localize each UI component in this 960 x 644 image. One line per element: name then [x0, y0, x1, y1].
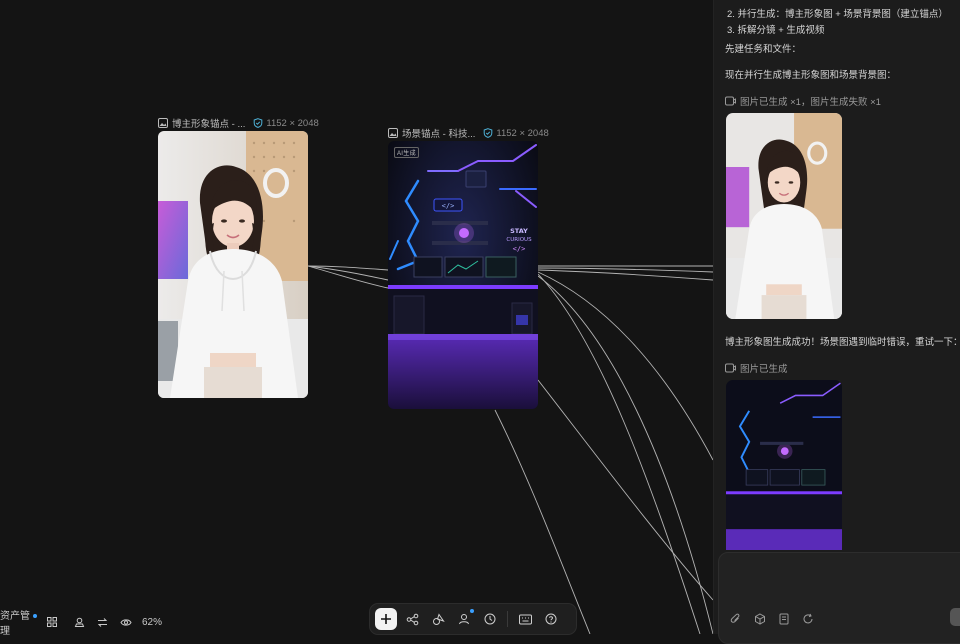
message-composer[interactable] [718, 552, 960, 644]
cube-icon[interactable] [753, 612, 767, 626]
image-icon [158, 118, 168, 128]
blogger-portrait-thumbnail[interactable] [726, 113, 842, 319]
keyboard-shortcuts-button[interactable] [514, 608, 536, 630]
tech-scene-thumbnail[interactable] [726, 380, 842, 550]
history-button[interactable] [479, 608, 501, 630]
canvas-toolbar [369, 603, 577, 635]
node-title-text: 场景锚点 - 科技... [402, 129, 476, 140]
person-icon [459, 614, 469, 625]
add-icon [381, 614, 391, 624]
workflow-button[interactable] [401, 608, 423, 630]
chat-message: 先建任务和文件： [725, 44, 802, 55]
notification-dot [470, 609, 474, 613]
clock-icon [484, 613, 496, 625]
shield-check-icon [253, 118, 263, 128]
eye-icon[interactable] [114, 612, 138, 632]
document-icon[interactable] [777, 612, 791, 626]
image-generated-icon [725, 96, 736, 106]
generation-status: 图片已生成 [725, 361, 788, 375]
asset-management-button[interactable]: 资产管理 [0, 611, 37, 637]
node-title-text: 博主形象锚点 - ... [172, 119, 246, 130]
ai-generated-badge: AI生成 [394, 147, 419, 158]
tech-scene-image[interactable]: </> STAY CURIOUS </> AI生成 [388, 141, 538, 409]
shapes-button[interactable] [427, 608, 449, 630]
neon-text: STAY [510, 227, 528, 235]
canvas-statusbar: 资产管理 62% [0, 611, 166, 637]
chat-message: 博主形象图生成成功！场景图遇到临时错误，重试一下： [725, 337, 960, 348]
image-generated-icon [725, 363, 736, 373]
swap-icon[interactable] [90, 612, 114, 632]
workflow-icon [406, 613, 418, 625]
zoom-level[interactable]: 62% [138, 612, 166, 632]
neon-text: CURIOUS [506, 237, 532, 243]
toolbar-divider [507, 611, 508, 627]
node-title-scene-anchor[interactable]: 场景锚点 - 科技... 1152 × 2048 [388, 126, 549, 140]
image-icon [388, 128, 398, 138]
refresh-icon[interactable] [801, 612, 815, 626]
grid-icon[interactable] [36, 612, 68, 632]
send-button[interactable] [950, 608, 960, 626]
chat-message: 现在并行生成博主形象图和场景背景图： [725, 70, 897, 81]
help-button[interactable] [540, 608, 562, 630]
node-title-blogger-anchor[interactable]: 博主形象锚点 - ... 1152 × 2048 [158, 116, 319, 130]
generation-status: 图片已生成 ×1，图片生成失败 ×1 [725, 94, 881, 108]
stamp-icon[interactable] [68, 612, 90, 632]
help-icon [545, 613, 557, 625]
svg-text:</>: </> [442, 202, 455, 210]
add-node-button[interactable] [375, 608, 397, 630]
chat-panel: 2. 并行生成：博主形象图 + 场景背景图（建立锚点） 3. 拆解分镜 + 生成… [713, 0, 960, 634]
paperclip-icon[interactable] [729, 612, 743, 626]
chat-step: 2. 并行生成：博主形象图 + 场景背景图（建立锚点） [727, 9, 948, 20]
node-dimensions: 1152 × 2048 [483, 128, 549, 139]
shapes-icon [432, 612, 445, 625]
blogger-portrait-image[interactable] [158, 131, 308, 398]
chat-step: 3. 拆解分镜 + 生成视频 [727, 25, 825, 36]
person-button[interactable] [453, 608, 475, 630]
neon-text: </> [513, 245, 526, 253]
node-dimensions: 1152 × 2048 [253, 118, 319, 129]
keyboard-icon [518, 614, 532, 624]
shield-check-icon [483, 128, 493, 138]
notification-dot [33, 614, 37, 618]
